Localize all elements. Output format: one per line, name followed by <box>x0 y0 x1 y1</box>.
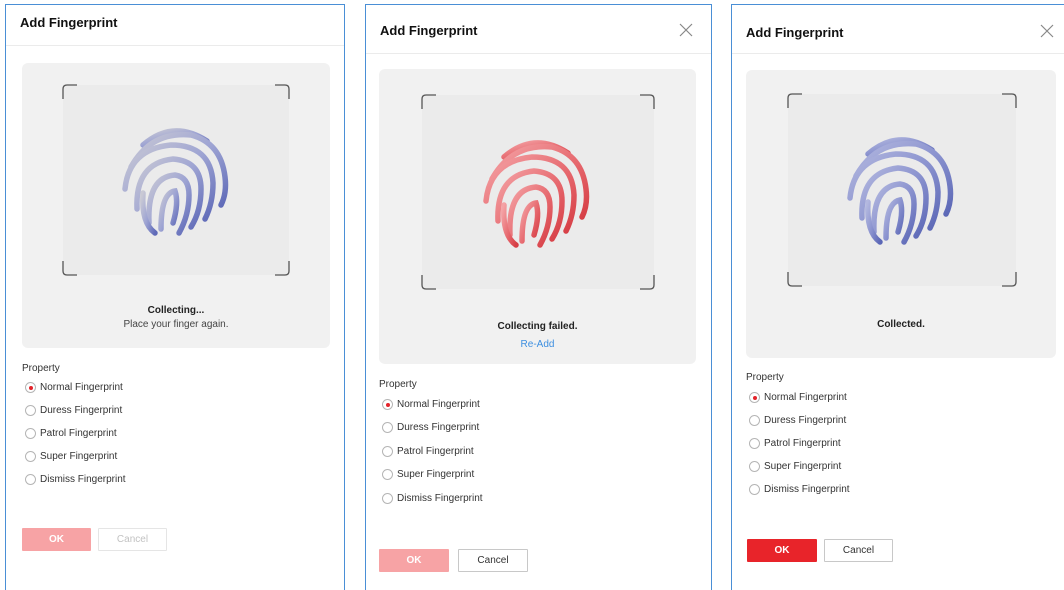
radio-label: Normal Fingerprint <box>397 399 480 410</box>
status-text: Collecting failed. <box>497 321 578 332</box>
radio-label: Super Fingerprint <box>764 461 842 472</box>
cancel-button[interactable]: Cancel <box>458 549 528 572</box>
radio-button[interactable] <box>382 469 393 480</box>
radio-label: Super Fingerprint <box>397 469 475 480</box>
radio-button[interactable] <box>749 438 760 449</box>
title-divider <box>6 45 344 46</box>
title-divider <box>366 53 711 54</box>
dialog-title: Add Fingerprint <box>20 15 118 30</box>
radio-button[interactable] <box>749 392 760 403</box>
radio-button[interactable] <box>25 382 36 393</box>
re-add-link[interactable]: Re-Add <box>379 339 696 350</box>
radio-label: Dismiss Fingerprint <box>764 484 850 495</box>
radio-normal-fingerprint[interactable]: Normal Fingerprint <box>25 382 123 393</box>
radio-button[interactable] <box>382 399 393 410</box>
fingerprint-panel: Collecting failed. Re-Add <box>379 69 696 364</box>
radio-label: Duress Fingerprint <box>40 405 123 416</box>
property-label: Property <box>379 379 417 390</box>
status-text: Collecting... <box>147 305 205 316</box>
radio-label: Dismiss Fingerprint <box>397 493 483 504</box>
radio-label: Duress Fingerprint <box>397 422 480 433</box>
radio-super-fingerprint[interactable]: Super Fingerprint <box>25 451 117 462</box>
radio-button[interactable] <box>25 405 36 416</box>
radio-normal-fingerprint[interactable]: Normal Fingerprint <box>749 392 847 403</box>
ok-button[interactable]: OK <box>747 539 817 562</box>
radio-label: Patrol Fingerprint <box>40 428 117 439</box>
fingerprint-icon <box>122 128 229 236</box>
radio-label: Patrol Fingerprint <box>764 438 841 449</box>
radio-super-fingerprint[interactable]: Super Fingerprint <box>749 461 841 472</box>
dialog-title: Add Fingerprint <box>380 23 478 38</box>
radio-button[interactable] <box>382 422 393 433</box>
radio-duress-fingerprint[interactable]: Duress Fingerprint <box>382 422 479 433</box>
radio-duress-fingerprint[interactable]: Duress Fingerprint <box>749 415 846 426</box>
ok-button[interactable]: OK <box>22 528 91 551</box>
radio-button[interactable] <box>382 446 393 457</box>
property-label: Property <box>746 372 784 383</box>
close-icon[interactable] <box>1040 24 1054 38</box>
radio-dismiss-fingerprint[interactable]: Dismiss Fingerprint <box>382 493 483 504</box>
cancel-button[interactable]: Cancel <box>98 528 167 551</box>
property-label: Property <box>22 363 60 374</box>
cancel-button[interactable]: Cancel <box>824 539 893 562</box>
dialog-title: Add Fingerprint <box>746 25 844 40</box>
radio-label: Duress Fingerprint <box>764 415 847 426</box>
radio-patrol-fingerprint[interactable]: Patrol Fingerprint <box>749 438 841 449</box>
fingerprint-panel: Collecting... Place your finger again. <box>22 63 330 348</box>
radio-button[interactable] <box>25 451 36 462</box>
title-divider <box>732 53 1064 54</box>
radio-dismiss-fingerprint[interactable]: Dismiss Fingerprint <box>25 474 126 485</box>
radio-duress-fingerprint[interactable]: Duress Fingerprint <box>25 405 122 416</box>
dialog-collected: Add Fingerprint Collected. Property Norm… <box>731 4 1064 590</box>
dialog-failed: Add Fingerprint Collecting failed. Re-Ad… <box>365 4 712 590</box>
radio-button[interactable] <box>25 474 36 485</box>
dialog-collecting: Add Fingerprint Collecting... Place your… <box>5 4 345 590</box>
radio-label: Patrol Fingerprint <box>397 446 474 457</box>
radio-button[interactable] <box>25 428 36 439</box>
radio-patrol-fingerprint[interactable]: Patrol Fingerprint <box>382 446 474 457</box>
radio-label: Normal Fingerprint <box>40 382 123 393</box>
fingerprint-icon <box>847 137 954 245</box>
fingerprint-icon <box>483 140 590 248</box>
radio-label: Super Fingerprint <box>40 451 118 462</box>
status-text: Collected. <box>877 319 925 330</box>
radio-button[interactable] <box>749 484 760 495</box>
radio-label: Normal Fingerprint <box>764 392 847 403</box>
close-icon[interactable] <box>679 23 693 37</box>
radio-button[interactable] <box>749 461 760 472</box>
radio-label: Dismiss Fingerprint <box>40 474 126 485</box>
radio-button[interactable] <box>749 415 760 426</box>
radio-super-fingerprint[interactable]: Super Fingerprint <box>382 469 474 480</box>
hint-text: Place your finger again. <box>123 319 229 330</box>
radio-normal-fingerprint[interactable]: Normal Fingerprint <box>382 399 480 410</box>
ok-button[interactable]: OK <box>379 549 449 572</box>
radio-dismiss-fingerprint[interactable]: Dismiss Fingerprint <box>749 484 850 495</box>
radio-button[interactable] <box>382 493 393 504</box>
radio-patrol-fingerprint[interactable]: Patrol Fingerprint <box>25 428 117 439</box>
fingerprint-panel: Collected. <box>746 70 1056 358</box>
